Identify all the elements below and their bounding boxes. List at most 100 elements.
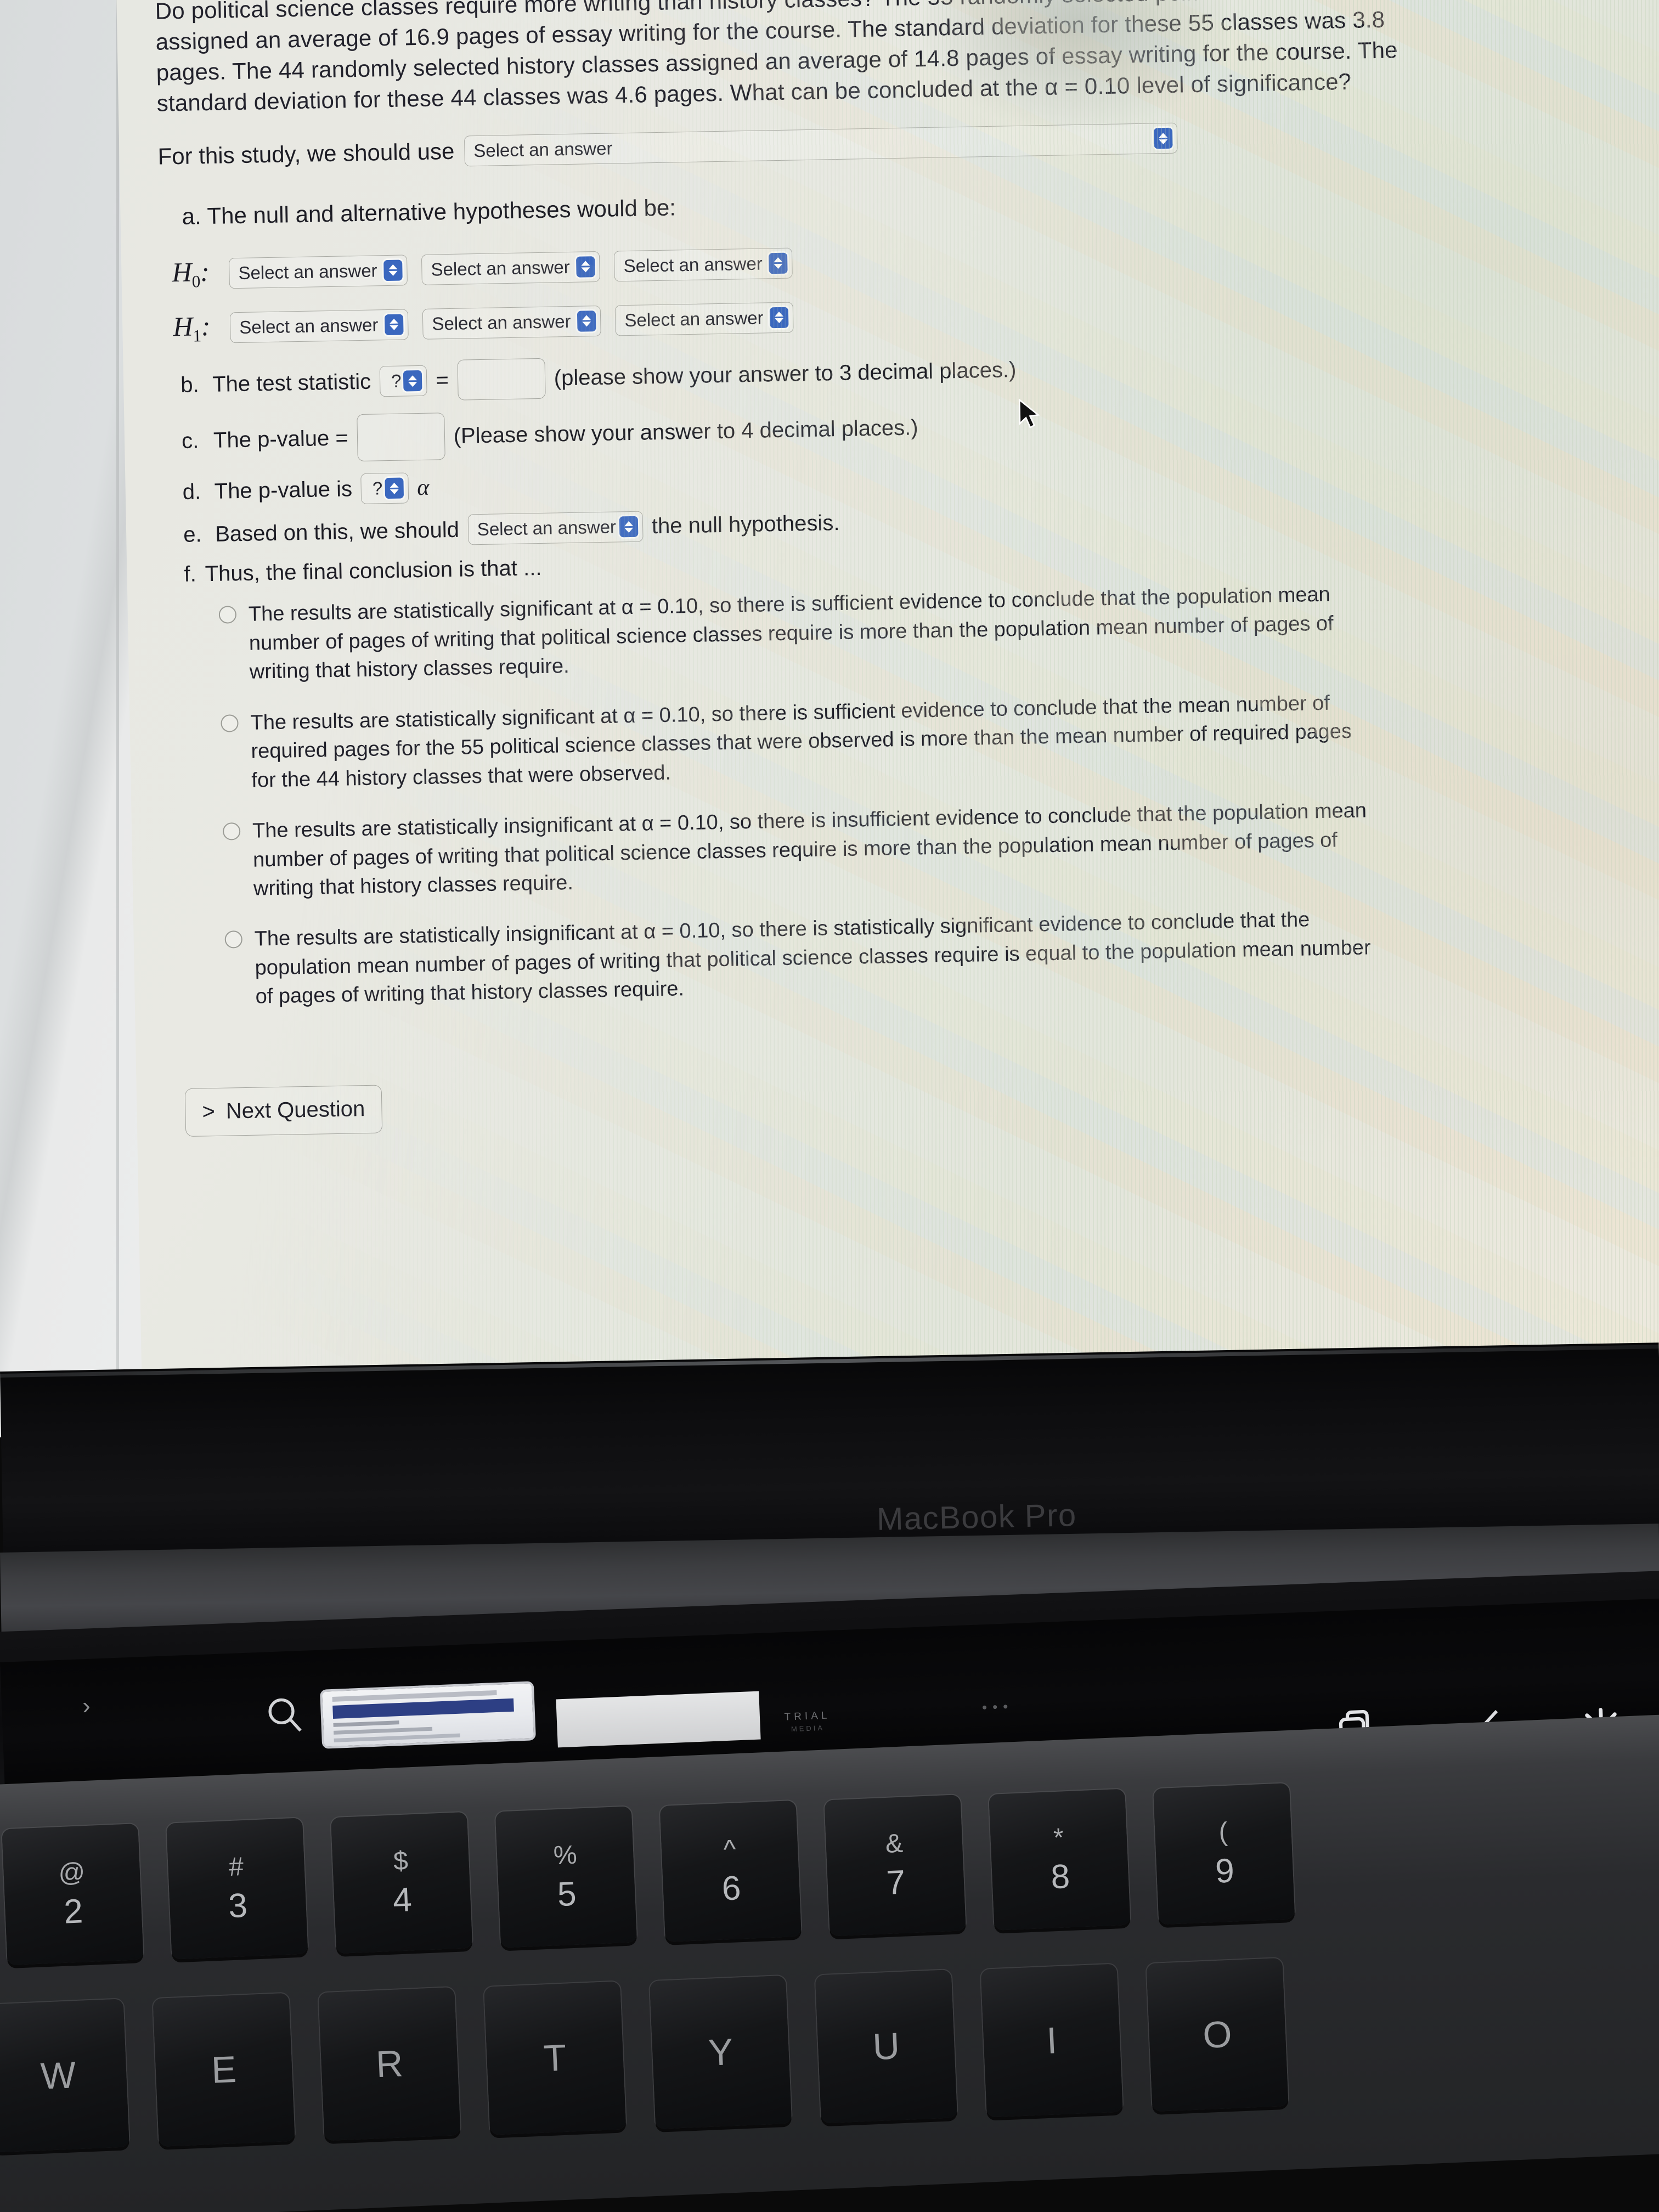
p-value-comparison-value: ? <box>372 478 383 499</box>
stepper-icon[interactable] <box>577 311 596 332</box>
radio-icon[interactable] <box>218 606 237 624</box>
item-b-equals: = <box>436 368 449 393</box>
key-3[interactable]: #3 <box>166 1818 308 1960</box>
null-hypothesis-row: H0: Select an answer Select an answer Se… <box>160 233 1488 292</box>
item-c-label: The p-value = <box>213 426 349 453</box>
macbook-pro-branding: MacBook Pro <box>876 1497 1077 1537</box>
radio-icon[interactable] <box>224 930 243 949</box>
stepper-icon[interactable] <box>576 256 596 278</box>
study-method-select-value: Select an answer <box>473 138 613 161</box>
key-number: 8 <box>1050 1858 1071 1897</box>
key-4[interactable]: $4 <box>331 1812 473 1954</box>
touchbar-trial-label: TRIAL <box>784 1709 831 1723</box>
stepper-icon[interactable] <box>769 252 788 274</box>
key-symbol: % <box>552 1840 578 1871</box>
item-d-marker: d. <box>182 479 201 504</box>
conclusion-option-3[interactable]: The results are statistically insignific… <box>222 794 1499 904</box>
test-statistic-input[interactable] <box>457 358 546 401</box>
key-number: 4 <box>392 1881 413 1920</box>
conclusion-option-4[interactable]: The results are statistically insignific… <box>224 902 1500 1012</box>
conclusion-option-4-text: The results are statistically insignific… <box>254 908 1371 1008</box>
radio-icon[interactable] <box>221 714 239 732</box>
item-c-row: c. The p-value = (Please show your answe… <box>162 394 1491 465</box>
item-d-label: The p-value is <box>214 477 353 504</box>
key-I[interactable]: I <box>980 1963 1123 2118</box>
touchbar-ellipsis-icon[interactable]: ••• <box>981 1698 1014 1716</box>
item-e-label-before: Based on this, we should <box>215 517 460 546</box>
item-b-marker: b. <box>180 373 199 397</box>
key-U[interactable]: U <box>815 1970 957 2124</box>
test-statistic-type-value: ? <box>391 371 402 392</box>
item-c-hint: (Please show your answer to 4 decimal pl… <box>453 415 919 448</box>
laptop-screen: Do political science classes require mor… <box>116 0 1659 1444</box>
sub-questions-list: b. The test statistic ? = (please show y… <box>162 341 1493 588</box>
touchbar-blank-panel[interactable] <box>556 1691 761 1748</box>
stepper-icon[interactable] <box>385 314 404 336</box>
study-method-label: For this study, we should use <box>157 138 455 170</box>
item-a-label: a. The null and alternative hypotheses w… <box>182 194 676 230</box>
p-value-comparison-select[interactable]: ? <box>360 472 409 505</box>
stepper-icon[interactable] <box>1153 128 1173 149</box>
key-symbol: @ <box>58 1858 86 1888</box>
alpha-symbol: α <box>416 475 430 501</box>
study-method-select[interactable]: Select an answer <box>464 123 1178 167</box>
key-E[interactable]: E <box>153 1993 295 2147</box>
item-c-marker: c. <box>181 428 199 453</box>
key-symbol: ^ <box>723 1835 737 1865</box>
h0-select-3-value: Select an answer <box>623 253 763 276</box>
h1-select-2[interactable]: Select an answer <box>422 305 601 340</box>
h0-select-2-value: Select an answer <box>431 256 571 280</box>
item-b-row: b. The test statistic ? = (please show y… <box>162 341 1490 406</box>
key-symbol: ( <box>1218 1817 1228 1847</box>
decision-select[interactable]: Select an answer <box>467 511 644 545</box>
key-Y[interactable]: Y <box>650 1975 792 2129</box>
screen-bottom-bezel <box>0 1342 1659 1558</box>
h0-label: H0: <box>171 256 210 291</box>
stepper-icon[interactable] <box>403 370 422 392</box>
conclusion-option-2-text: The results are statistically significan… <box>250 691 1352 792</box>
touchbar-trial-sub: MEDIA <box>791 1723 825 1733</box>
key-R[interactable]: R <box>318 1987 461 2141</box>
item-e-marker: e. <box>183 522 202 547</box>
touchbar-expand-icon[interactable]: › <box>82 1692 91 1720</box>
conclusion-option-2[interactable]: The results are statistically significan… <box>221 686 1497 795</box>
photo-of-laptop-screen: Do political science classes require mor… <box>0 0 1659 2212</box>
keyboard-deck: @2 #3 $4% 5 ^ 6 & 7 * 8(9 WERTYUIO <box>0 1712 1659 2212</box>
preview-line-4 <box>334 1726 433 1735</box>
key-number: 2 <box>63 1892 84 1931</box>
key-number: 7 <box>885 1863 906 1902</box>
h0-select-1[interactable]: Select an answer <box>228 255 408 289</box>
key-number: 6 <box>721 1869 742 1908</box>
alt-hypothesis-row: H1: Select an answer Select an answer Se… <box>161 287 1489 347</box>
key-7[interactable]: & 7 <box>824 1795 966 1937</box>
h0-select-2[interactable]: Select an answer <box>421 251 601 285</box>
test-statistic-type-select[interactable]: ? <box>379 365 428 397</box>
stepper-icon[interactable] <box>384 478 404 499</box>
key-9[interactable]: (9 <box>1153 1783 1295 1925</box>
h0-select-1-value: Select an answer <box>238 260 377 283</box>
stepper-icon[interactable] <box>770 307 789 329</box>
stepper-icon[interactable] <box>383 259 403 281</box>
touchbar-search-icon[interactable] <box>263 1692 306 1736</box>
h1-select-3[interactable]: Select an answer <box>614 302 794 336</box>
key-T[interactable]: T <box>484 1981 627 2135</box>
stepper-icon[interactable] <box>619 516 639 538</box>
key-O[interactable]: O <box>1146 1957 1289 2112</box>
key-number: 5 <box>556 1875 577 1914</box>
chevron-right-icon: > <box>202 1099 216 1124</box>
key-8[interactable]: * 8 <box>989 1788 1131 1931</box>
key-W[interactable]: W <box>0 1999 129 2153</box>
h0-select-3[interactable]: Select an answer <box>614 247 793 282</box>
touchbar-page-preview[interactable] <box>319 1681 537 1749</box>
conclusion-options: The results are statistically significan… <box>166 578 1500 1013</box>
key-6[interactable]: ^ 6 <box>659 1800 802 1942</box>
conclusion-option-1[interactable]: The results are statistically significan… <box>218 578 1494 687</box>
key-5[interactable]: % 5 <box>495 1806 637 1948</box>
h1-select-1[interactable]: Select an answer <box>229 309 409 343</box>
radio-icon[interactable] <box>222 822 241 840</box>
next-question-button[interactable]: > Next Question <box>184 1085 383 1137</box>
key-2[interactable]: @2 <box>2 1824 144 1966</box>
h1-select-1-value: Select an answer <box>239 314 379 337</box>
key-symbol: * <box>1053 1823 1065 1853</box>
p-value-input[interactable] <box>356 413 445 462</box>
